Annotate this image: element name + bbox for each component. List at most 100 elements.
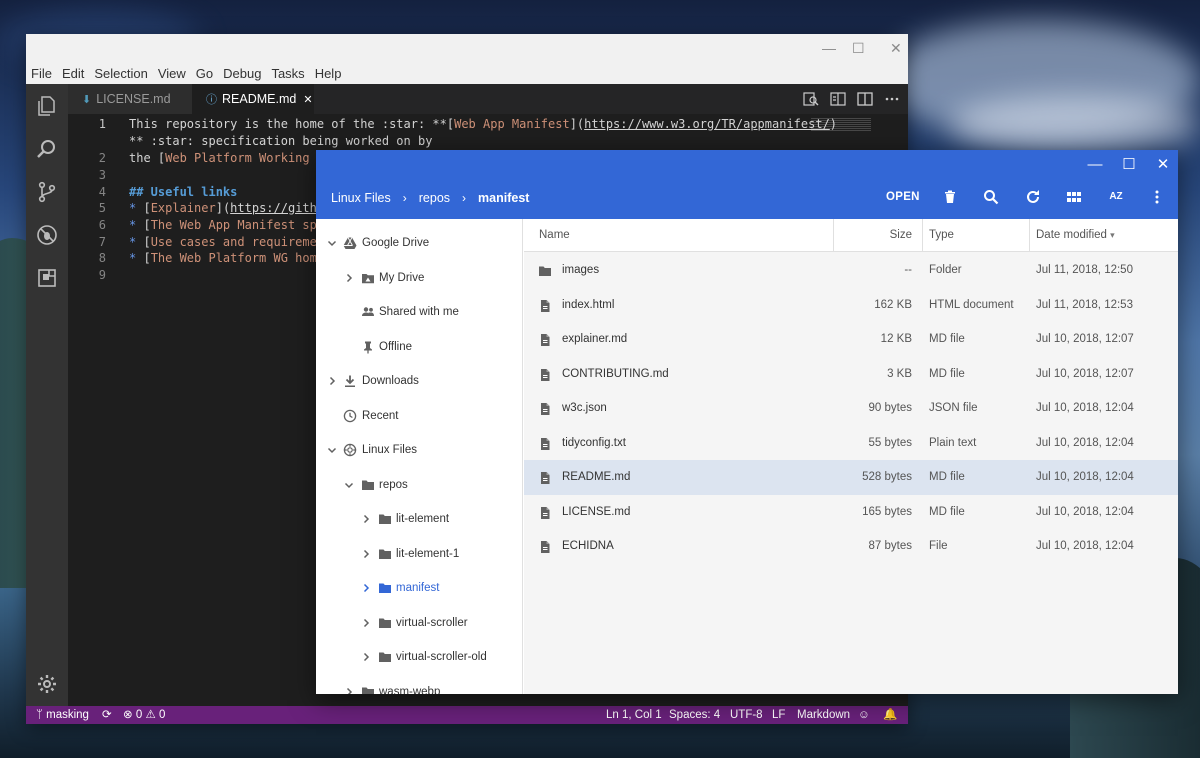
notifications-bell-icon[interactable]: 🔔 [883, 706, 897, 724]
expand-more-chevron-icon[interactable] [360, 651, 372, 663]
refresh-icon[interactable] [1024, 188, 1042, 206]
column-size[interactable]: Size [834, 219, 912, 252]
split-preview-icon[interactable] [830, 91, 846, 107]
explorer-icon[interactable] [35, 94, 59, 118]
grid-view-icon[interactable] [1065, 188, 1083, 206]
file-row[interactable]: index.html 162 KB HTML document Jul 11, 201… [524, 288, 1178, 323]
expand-more-chevron-icon[interactable] [360, 548, 372, 560]
expand-more-chevron-icon[interactable] [343, 272, 355, 284]
column-name[interactable]: Name [539, 219, 570, 252]
nav-item-google-drive[interactable]: Google Drive [316, 226, 522, 260]
code-token: https://www.w3.org/TR/appmanifest/ [584, 117, 830, 131]
breadcrumb-repos[interactable]: repos [419, 191, 450, 205]
file-row[interactable]: images -- Folder Jul 11, 2018, 12:50 [524, 253, 1178, 288]
nav-item-offline[interactable]: Offline [316, 330, 522, 364]
menu-selection[interactable]: Selection [94, 66, 147, 81]
nav-item-recent[interactable]: Recent [316, 399, 522, 433]
breadcrumb-manifest[interactable]: manifest [478, 191, 529, 205]
tab-label: LICENSE.md [96, 92, 171, 106]
language-mode[interactable]: Markdown [797, 706, 850, 724]
file-row[interactable]: README.md 528 bytes MD file Jul 10, 2018, 1… [524, 460, 1178, 495]
file-row[interactable]: ECHIDNA 87 bytes File Jul 10, 2018, 12:04 [524, 529, 1178, 564]
folder-icon [378, 650, 392, 664]
maximize-button[interactable]: ☐ [1119, 155, 1139, 175]
close-button[interactable]: ✕ [890, 40, 902, 56]
nav-item-repos[interactable]: repos [316, 468, 522, 502]
expand-less-chevron-icon[interactable] [326, 444, 338, 456]
nav-item-lit-element[interactable]: lit-element [316, 502, 522, 536]
close-button[interactable]: ✕ [1153, 155, 1173, 175]
more-actions-icon[interactable] [884, 91, 900, 107]
minimize-button[interactable]: — [822, 40, 836, 56]
git-branch-status[interactable]: ᛘ masking [36, 706, 89, 724]
expand-more-chevron-icon[interactable] [343, 686, 355, 694]
nav-item-manifest[interactable]: manifest [316, 571, 522, 605]
code-text: * [The Web Platform WG homep [129, 250, 331, 267]
code-token: Use cases and requirement [150, 235, 332, 249]
column-type[interactable]: Type [929, 219, 954, 252]
close-tab-icon[interactable]: ✕ [303, 93, 312, 106]
sort-az-icon[interactable]: AZ [1107, 188, 1125, 206]
files-app-window: — ☐ ✕ Linux Files › repos › manifest OPE… [316, 150, 1178, 694]
line-number: 7 [98, 235, 106, 249]
nav-item-label: Offline [379, 340, 413, 353]
breadcrumb-linux-files[interactable]: Linux Files [331, 191, 391, 205]
expand-less-chevron-icon[interactable] [326, 237, 338, 249]
menu-view[interactable]: View [158, 66, 186, 81]
file-row[interactable]: w3c.json 90 bytes JSON file Jul 10, 2018, 1… [524, 391, 1178, 426]
code-text: This repository is the home of the :star… [129, 116, 837, 133]
maximize-button[interactable]: ☐ [852, 40, 865, 56]
expand-more-chevron-icon[interactable] [360, 582, 372, 594]
nav-item-linux-files[interactable]: Linux Files [316, 433, 522, 467]
expand-less-chevron-icon[interactable] [343, 479, 355, 491]
code-token: ## Useful links [129, 185, 238, 199]
breadcrumb-separator: › [462, 191, 467, 205]
file-row[interactable]: LICENSE.md 165 bytes MD file Jul 10, 2018, … [524, 495, 1178, 530]
open-button[interactable]: OPEN [886, 191, 920, 203]
menu-file[interactable]: File [31, 66, 52, 81]
search-icon[interactable] [982, 188, 1000, 206]
column-date-modified[interactable]: Date modified ▾ [1036, 219, 1115, 252]
delete-icon[interactable] [941, 188, 959, 206]
more-vert-icon[interactable] [1148, 188, 1166, 206]
file-name: CONTRIBUTING.md [562, 367, 669, 380]
menu-edit[interactable]: Edit [62, 66, 84, 81]
nav-item-shared-with-me[interactable]: Shared with me [316, 295, 522, 329]
split-editor-icon[interactable] [857, 91, 873, 107]
minimize-button[interactable]: — [1085, 155, 1105, 175]
encoding-status[interactable]: UTF-8 [730, 706, 763, 724]
nav-item-my-drive[interactable]: My Drive [316, 261, 522, 295]
menu-debug[interactable]: Debug [223, 66, 261, 81]
nav-item-label: manifest [396, 582, 440, 594]
line-number: 6 [98, 218, 106, 232]
eol-status[interactable]: LF [772, 706, 785, 724]
expand-more-chevron-icon[interactable] [360, 617, 372, 629]
settings-gear-icon[interactable] [35, 672, 59, 696]
file-row[interactable]: tidyconfig.txt 55 bytes Plain text Jul 10, … [524, 426, 1178, 461]
menu-help[interactable]: Help [315, 66, 342, 81]
nav-item-downloads[interactable]: Downloads [316, 364, 522, 398]
file-row[interactable]: CONTRIBUTING.md 3 KB MD file Jul 10, 2018, … [524, 357, 1178, 392]
problems-status[interactable]: ⊗ 0 ⚠ 0 [123, 706, 165, 724]
nav-item-wasm-webp[interactable]: wasm-webp [316, 675, 522, 694]
cursor-position[interactable]: Ln 1, Col 1 [606, 706, 662, 724]
file-row[interactable]: explainer.md 12 KB MD file Jul 10, 2018, 12… [524, 322, 1178, 357]
extensions-icon[interactable] [35, 266, 59, 290]
feedback-smiley-icon[interactable]: ☺ [858, 706, 870, 724]
menu-go[interactable]: Go [196, 66, 213, 81]
open-preview-icon[interactable] [803, 91, 819, 107]
nav-item-virtual-scroller[interactable]: virtual-scroller [316, 606, 522, 640]
menu-tasks[interactable]: Tasks [271, 66, 304, 81]
expand-more-chevron-icon[interactable] [360, 513, 372, 525]
nav-item-lit-element-1[interactable]: lit-element-1 [316, 537, 522, 571]
nav-item-label: repos [379, 478, 408, 491]
expand-more-chevron-icon[interactable] [326, 375, 338, 387]
indentation-status[interactable]: Spaces: 4 [669, 706, 720, 724]
debug-icon[interactable] [35, 223, 59, 247]
tab-readme-md[interactable]: ⓘ README.md ✕ [192, 84, 314, 114]
search-icon[interactable] [35, 137, 59, 161]
nav-item-virtual-scroller-old[interactable]: virtual-scroller-old [316, 640, 522, 674]
tab-license-md[interactable]: ⬇ LICENSE.md [68, 84, 192, 114]
source-control-icon[interactable] [35, 180, 59, 204]
sync-icon[interactable]: ⟳ [102, 706, 112, 724]
